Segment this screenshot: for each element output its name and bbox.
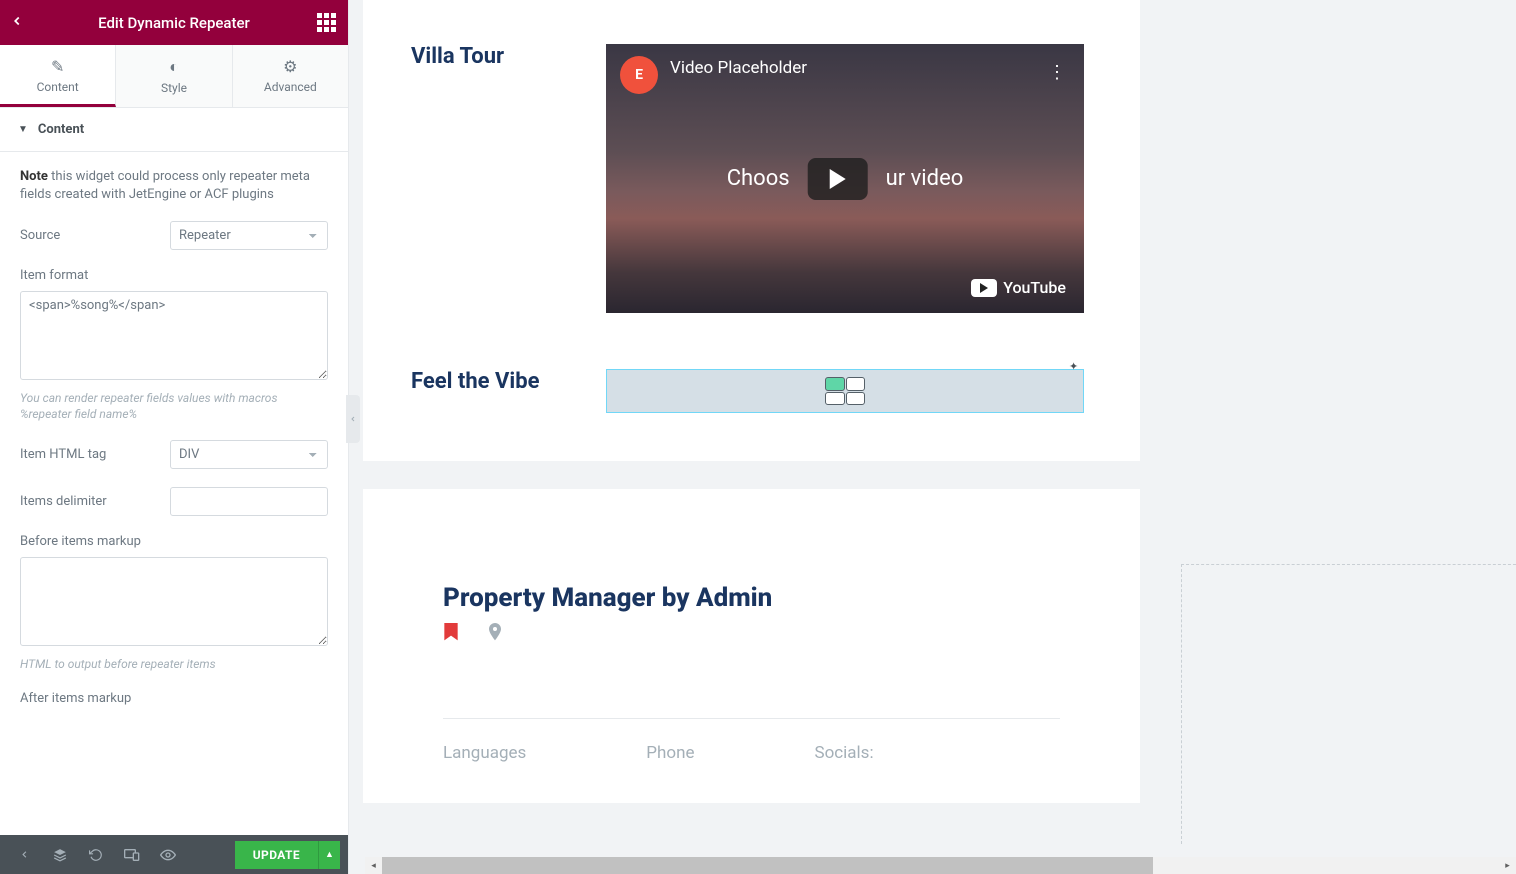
video-menu-icon[interactable]: ⋮ bbox=[1048, 62, 1066, 83]
sidebar-title: Edit Dynamic Repeater bbox=[98, 14, 250, 32]
scroll-right-arrow-icon[interactable]: ▸ bbox=[1499, 857, 1516, 874]
tab-label: Advanced bbox=[264, 80, 317, 94]
villa-row: Villa Tour E Video Placeholder ⋮ Choos u… bbox=[411, 44, 1092, 313]
preview-area: Villa Tour E Video Placeholder ⋮ Choos u… bbox=[349, 0, 1516, 874]
manager-heading: Property Manager by Admin bbox=[443, 583, 1060, 613]
info-row: Languages Phone Socials: bbox=[443, 743, 1060, 763]
vibe-row: Feel the Vibe ✦ bbox=[411, 369, 1092, 413]
widget-edit-handle-icon[interactable]: ✦ bbox=[1069, 360, 1083, 372]
video-title: Video Placeholder bbox=[670, 58, 807, 78]
before-markup-help: HTML to output before repeater items bbox=[20, 656, 328, 672]
items-delimiter-label: Items delimiter bbox=[20, 494, 170, 509]
sidebar-header: Edit Dynamic Repeater bbox=[0, 0, 348, 45]
section-title: Content bbox=[38, 122, 84, 137]
items-delimiter-row: Items delimiter bbox=[20, 487, 328, 516]
video-center-right: ur video bbox=[886, 166, 964, 191]
play-button-icon[interactable] bbox=[808, 158, 868, 200]
horizontal-scrollbar[interactable]: ◂ ▸ bbox=[365, 857, 1516, 874]
bookmark-icon[interactable] bbox=[443, 623, 459, 648]
update-button-group: UPDATE ▲ bbox=[235, 841, 340, 869]
update-options-toggle[interactable]: ▲ bbox=[318, 841, 340, 869]
item-html-tag-select[interactable]: DIV bbox=[170, 440, 328, 469]
before-markup-label: Before items markup bbox=[20, 534, 328, 549]
after-markup-label: After items markup bbox=[20, 691, 328, 706]
footer-back-icon[interactable] bbox=[8, 840, 40, 870]
note-rest: this widget could process only repeater … bbox=[20, 169, 310, 202]
youtube-label: YouTube bbox=[1003, 278, 1066, 297]
tab-content[interactable]: ✎ Content bbox=[0, 45, 116, 107]
source-label: Source bbox=[20, 228, 170, 243]
note-text: Note this widget could process only repe… bbox=[20, 168, 328, 203]
video-center-left: Choos bbox=[727, 166, 790, 191]
editor-sidebar: Edit Dynamic Repeater ✎ Content ◐ Style … bbox=[0, 0, 349, 874]
before-markup-textarea[interactable] bbox=[20, 557, 328, 646]
drop-zone[interactable] bbox=[1181, 564, 1516, 844]
video-center: Choos ur video bbox=[727, 158, 964, 200]
note-bold: Note bbox=[20, 169, 48, 184]
update-button[interactable]: UPDATE bbox=[235, 841, 318, 869]
tab-advanced[interactable]: ⚙ Advanced bbox=[233, 45, 348, 107]
content-card: Villa Tour E Video Placeholder ⋮ Choos u… bbox=[363, 0, 1140, 461]
pencil-icon: ✎ bbox=[0, 57, 115, 76]
info-languages: Languages bbox=[443, 743, 526, 763]
section-toggle-content[interactable]: ▼ Content bbox=[0, 108, 348, 152]
back-button[interactable] bbox=[10, 12, 24, 33]
items-delimiter-input[interactable] bbox=[170, 487, 328, 516]
item-html-tag-row: Item HTML tag DIV bbox=[20, 440, 328, 469]
video-placeholder[interactable]: E Video Placeholder ⋮ Choos ur video You… bbox=[606, 44, 1084, 313]
item-format-textarea[interactable]: <span>%song%</span> bbox=[20, 291, 328, 380]
repeater-icon bbox=[825, 377, 865, 405]
manager-card: Property Manager by Admin Languages Phon… bbox=[363, 489, 1140, 803]
collapse-sidebar-handle[interactable] bbox=[346, 395, 360, 443]
youtube-logo-icon bbox=[971, 279, 997, 297]
vibe-heading: Feel the Vibe bbox=[411, 369, 606, 394]
manager-icons bbox=[443, 623, 1060, 648]
villa-heading: Villa Tour bbox=[411, 44, 606, 69]
widgets-grid-button[interactable] bbox=[317, 13, 336, 32]
sidebar-footer: UPDATE ▲ bbox=[0, 835, 348, 874]
history-icon[interactable] bbox=[80, 840, 112, 870]
youtube-badge[interactable]: YouTube bbox=[971, 278, 1066, 297]
layers-icon[interactable] bbox=[44, 840, 76, 870]
info-socials: Socials: bbox=[814, 743, 873, 763]
contrast-icon: ◐ bbox=[116, 57, 231, 77]
gear-icon: ⚙ bbox=[233, 57, 348, 76]
item-format-label: Item format bbox=[20, 268, 328, 283]
preview-scroll[interactable]: Villa Tour E Video Placeholder ⋮ Choos u… bbox=[363, 0, 1516, 844]
caret-down-icon: ▼ bbox=[18, 124, 28, 135]
video-brand-icon: E bbox=[620, 56, 658, 94]
item-html-tag-label: Item HTML tag bbox=[20, 447, 170, 462]
info-phone: Phone bbox=[646, 743, 694, 763]
source-select[interactable]: Repeater bbox=[170, 221, 328, 250]
responsive-icon[interactable] bbox=[116, 840, 148, 870]
scroll-thumb[interactable] bbox=[382, 857, 1153, 874]
tab-style[interactable]: ◐ Style bbox=[116, 45, 232, 107]
location-pin-icon[interactable] bbox=[487, 623, 503, 648]
preview-icon[interactable] bbox=[152, 840, 184, 870]
scroll-left-arrow-icon[interactable]: ◂ bbox=[365, 857, 382, 874]
divider bbox=[443, 718, 1060, 719]
source-row: Source Repeater bbox=[20, 221, 328, 250]
panel-body: Note this widget could process only repe… bbox=[0, 152, 348, 835]
tabs: ✎ Content ◐ Style ⚙ Advanced bbox=[0, 45, 348, 108]
repeater-widget-placeholder[interactable]: ✦ bbox=[606, 369, 1084, 413]
tab-label: Style bbox=[161, 81, 187, 95]
tab-label: Content bbox=[37, 80, 79, 94]
item-format-help: You can render repeater fields values wi… bbox=[20, 390, 328, 422]
scroll-track[interactable] bbox=[382, 857, 1499, 874]
